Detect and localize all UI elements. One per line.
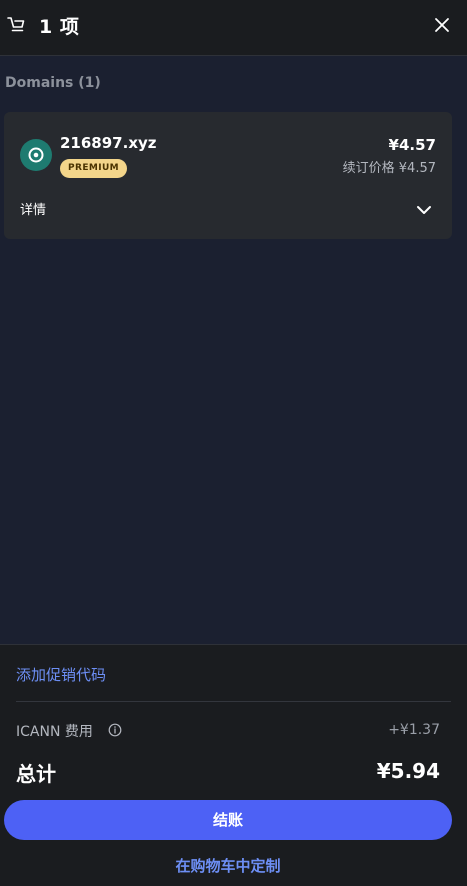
divider: [16, 701, 451, 702]
premium-badge: PREMIUM: [60, 159, 128, 178]
customize-in-cart-link[interactable]: 在购物车中定制: [0, 855, 456, 876]
details-toggle[interactable]: 详情: [4, 192, 452, 224]
domain-target-icon: [20, 139, 52, 171]
chevron-down-icon[interactable]: [414, 200, 434, 220]
info-icon[interactable]: [108, 723, 122, 737]
domain-name: 216897.xyz: [60, 134, 157, 152]
order-summary: 添加促销代码 ICANN 费用 +¥1.37 总计 ¥5.94 结账 在购物车中…: [0, 644, 467, 886]
domains-heading: Domains (1): [5, 75, 101, 91]
details-label: 详情: [20, 203, 47, 218]
page-title: 1 项: [39, 16, 80, 38]
total-value: ¥5.94: [376, 759, 440, 783]
cart-panel: 1 项 Domains (1) 216897.xyz PREMIUM ¥4.57…: [0, 0, 467, 886]
icann-fee-value: +¥1.37: [388, 722, 440, 738]
close-icon[interactable]: [430, 13, 454, 37]
add-promo-code-link[interactable]: 添加促销代码: [16, 664, 106, 685]
checkout-button[interactable]: 结账: [4, 800, 452, 840]
cart-icon: [7, 17, 25, 32]
total-label: 总计: [16, 762, 56, 786]
renewal-price: 续订价格 ¥4.57: [342, 161, 436, 176]
icann-fee-label: ICANN 费用: [16, 724, 93, 740]
domain-price: ¥4.57: [388, 136, 436, 154]
cart-header: 1 项: [0, 0, 467, 56]
domain-card: 216897.xyz PREMIUM ¥4.57 续订价格 ¥4.57 详情: [4, 112, 452, 239]
